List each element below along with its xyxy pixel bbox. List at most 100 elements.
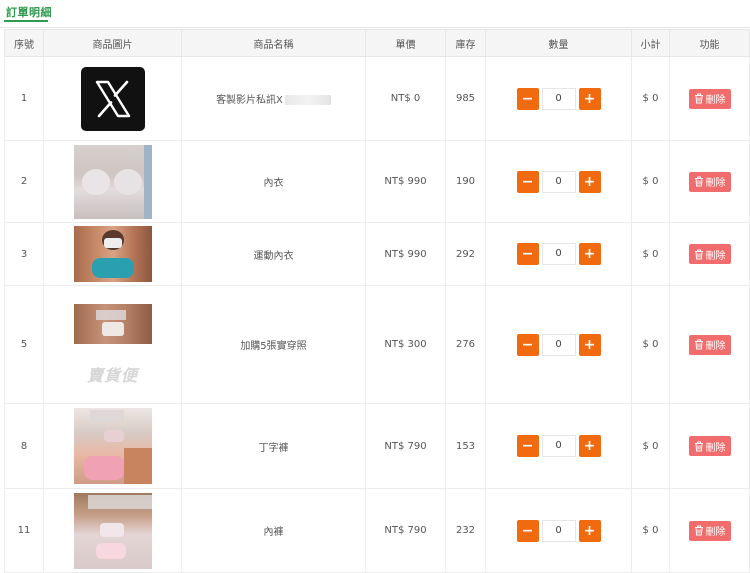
qty-input[interactable]: 0 [541, 333, 576, 356]
row-price: NT$ 790 [365, 488, 446, 573]
delete-button[interactable]: 刪除 [688, 244, 731, 264]
row-actions-cell: 刪除 [669, 56, 750, 141]
trash-icon [694, 249, 703, 259]
row-subtotal: $ 0 [631, 403, 670, 489]
product-photo[interactable] [73, 408, 152, 484]
table-row: 2 內衣 NT$ 990 190 − 0 + $ 0 刪除 [4, 140, 750, 223]
product-photo[interactable] [73, 144, 152, 219]
table-row: 8 丁字褲 NT$ 790 153 − 0 + $ 0 刪除 [4, 403, 750, 489]
row-seq: 5 [4, 285, 44, 404]
product-photo[interactable] [73, 303, 152, 344]
table-row: 5 賣貨便 加購5張實穿照 NT$ 300 276 − 0 + $ 0 刪除 [4, 285, 750, 404]
row-actions-cell: 刪除 [669, 222, 750, 286]
brand-logo: 賣貨便 [86, 365, 138, 385]
trash-icon [694, 176, 703, 187]
row-name: 運動內衣 [181, 222, 366, 286]
qty-minus-button[interactable]: − [516, 435, 539, 457]
quantity-stepper: − 0 + [516, 87, 601, 110]
row-stock: 153 [445, 403, 486, 489]
product-photo[interactable] [73, 226, 152, 282]
delete-label: 刪除 [705, 341, 726, 352]
row-name: 加購5張實穿照 [181, 285, 366, 404]
header-qty: 數量 [485, 29, 632, 57]
trash-icon [694, 525, 703, 536]
table-row: 1 客製影片私訊X NT$ 0 985 − 0 + $ 0 刪除 [4, 56, 750, 141]
row-price: NT$ 990 [365, 140, 446, 223]
row-qty-cell: − 0 + [485, 285, 632, 404]
delete-button[interactable]: 刪除 [688, 88, 731, 109]
row-image-cell [43, 56, 182, 141]
qty-input[interactable]: 0 [541, 435, 576, 457]
row-seq: 8 [4, 403, 44, 489]
delete-label: 刪除 [705, 178, 726, 189]
row-name-cell: 客製影片私訊X [181, 56, 366, 141]
quantity-stepper: − 0 + [516, 519, 601, 542]
row-actions-cell: 刪除 [669, 285, 750, 404]
table-header-row: 序號 商品圖片 商品名稱 單價 庫存 數量 小計 功能 [4, 29, 750, 57]
row-name: 丁字褲 [181, 403, 366, 489]
qty-minus-button[interactable]: − [516, 519, 539, 542]
qty-plus-button[interactable]: + [578, 435, 601, 457]
row-qty-cell: − 0 + [485, 56, 632, 141]
row-subtotal: $ 0 [631, 285, 670, 404]
qty-plus-button[interactable]: + [578, 333, 601, 356]
row-qty-cell: − 0 + [485, 488, 632, 573]
row-stock: 985 [445, 56, 486, 141]
tab-order-details[interactable]: 訂單明細 [6, 4, 52, 20]
delete-button[interactable]: 刪除 [688, 436, 731, 456]
row-image-cell: 賣貨便 [43, 285, 182, 404]
qty-input[interactable]: 0 [541, 243, 576, 265]
row-seq: 11 [4, 488, 44, 573]
delete-label: 刪除 [705, 250, 726, 262]
table-row: 11 內褲 NT$ 790 232 − 0 + $ 0 刪除 [4, 488, 750, 573]
delete-button[interactable]: 刪除 [688, 334, 731, 355]
tab-bar: 訂單明細 [0, 0, 750, 28]
row-actions-cell: 刪除 [669, 403, 750, 489]
row-price: NT$ 0 [365, 56, 446, 141]
trash-icon [694, 93, 703, 104]
row-actions-cell: 刪除 [669, 488, 750, 573]
delete-button[interactable]: 刪除 [688, 520, 731, 541]
delete-label: 刪除 [705, 95, 726, 106]
qty-minus-button[interactable]: − [516, 243, 539, 265]
row-image-cell [43, 488, 182, 573]
qty-input[interactable]: 0 [541, 87, 576, 110]
row-price: NT$ 990 [365, 222, 446, 286]
delete-button[interactable]: 刪除 [688, 171, 731, 192]
qty-plus-button[interactable]: + [578, 170, 601, 193]
trash-icon [694, 339, 703, 350]
row-name: 客製影片私訊X [216, 95, 283, 106]
x-icon [95, 80, 130, 117]
qty-minus-button[interactable]: − [516, 170, 539, 193]
row-seq: 2 [4, 140, 44, 223]
qty-plus-button[interactable]: + [578, 243, 601, 265]
header-seq: 序號 [4, 29, 44, 57]
redacted-text [284, 95, 331, 105]
qty-plus-button[interactable]: + [578, 87, 601, 110]
row-stock: 190 [445, 140, 486, 223]
order-table: 序號 商品圖片 商品名稱 單價 庫存 數量 小計 功能 1 客製影片私訊X NT… [4, 29, 750, 573]
row-name: 內褲 [181, 488, 366, 573]
row-qty-cell: − 0 + [485, 140, 632, 223]
qty-minus-button[interactable]: − [516, 333, 539, 356]
table-row: 3 運動內衣 NT$ 990 292 − 0 + $ 0 刪除 [4, 222, 750, 286]
row-qty-cell: − 0 + [485, 403, 632, 489]
row-actions-cell: 刪除 [669, 140, 750, 223]
x-logo-image[interactable] [80, 66, 145, 131]
quantity-stepper: − 0 + [516, 333, 601, 356]
row-name: 內衣 [181, 140, 366, 223]
row-price: NT$ 790 [365, 403, 446, 489]
row-stock: 276 [445, 285, 486, 404]
quantity-stepper: − 0 + [516, 435, 601, 457]
product-photo[interactable] [73, 492, 152, 569]
row-image-cell [43, 140, 182, 223]
qty-input[interactable]: 0 [541, 519, 576, 542]
qty-plus-button[interactable]: + [578, 519, 601, 542]
row-qty-cell: − 0 + [485, 222, 632, 286]
qty-input[interactable]: 0 [541, 170, 576, 193]
trash-icon [694, 441, 703, 451]
qty-minus-button[interactable]: − [516, 87, 539, 110]
header-price: 單價 [365, 29, 446, 57]
header-stock: 庫存 [445, 29, 486, 57]
header-name: 商品名稱 [181, 29, 366, 57]
